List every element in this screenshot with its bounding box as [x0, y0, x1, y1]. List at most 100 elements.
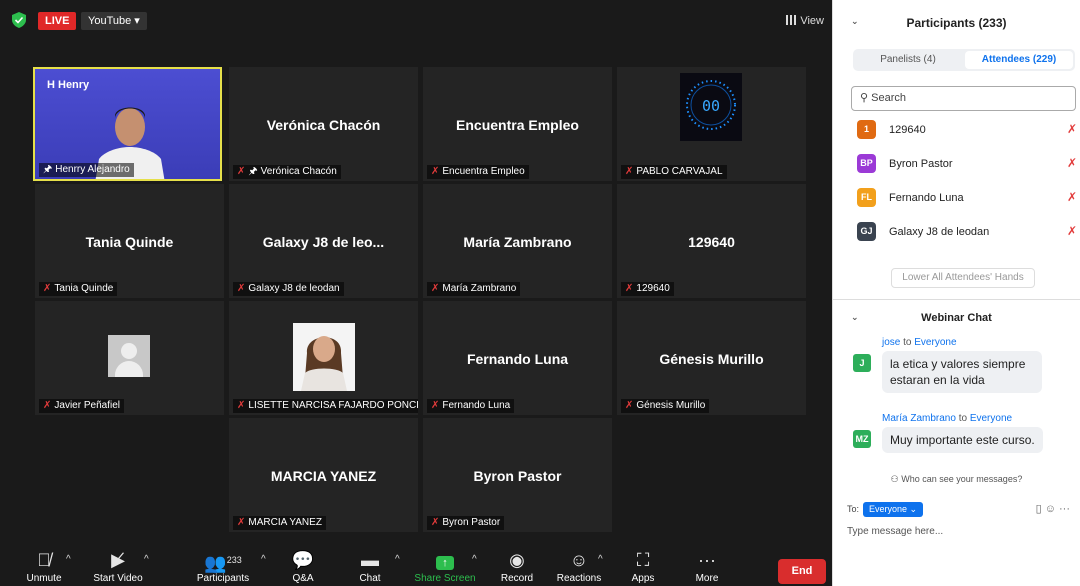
- tile-label: ✗ Génesis Murillo: [621, 399, 710, 413]
- lower-all-hands-button[interactable]: Lower All Attendees' Hands: [891, 268, 1035, 288]
- recipient-dropdown[interactable]: Everyone ⌄: [863, 502, 924, 517]
- muted-mic-icon: ✗: [625, 166, 634, 177]
- tile-label: ✗ Byron Pastor: [427, 516, 505, 530]
- chat-message: la etica y valores siempre estaran en la…: [882, 351, 1042, 393]
- reactions-button[interactable]: ☺ Reactions: [556, 547, 602, 585]
- start-video-button[interactable]: ▶̸ Start Video: [88, 547, 148, 585]
- tab-panelists[interactable]: Panelists (4): [855, 51, 961, 69]
- tile-label: ✗ Galaxy J8 de leodan: [233, 282, 344, 296]
- video-tile[interactable]: Tania Quinde ✗ Tania Quinde: [35, 184, 224, 298]
- video-tile[interactable]: ✗ LISETTE NARCISA FAJARDO PONCE: [229, 301, 418, 415]
- default-avatar-icon: [108, 335, 150, 377]
- tile-label: ✗ MARCIA YANEZ: [233, 516, 326, 530]
- chat-message: Muy importante este curso.: [882, 427, 1043, 453]
- qa-icon: 💬: [291, 550, 315, 570]
- video-tile[interactable]: MARCIA YANEZ ✗ MARCIA YANEZ: [229, 418, 418, 532]
- participants-button[interactable]: 👥233 Participants: [192, 547, 254, 585]
- attendee-name: Galaxy J8 de leodan: [889, 226, 990, 238]
- reactions-caret-icon[interactable]: ^: [598, 554, 603, 565]
- muted-mic-icon: ✗: [237, 400, 246, 411]
- video-tile[interactable]: ✗ Javier Peñafiel: [35, 301, 224, 415]
- video-tile[interactable]: Génesis Murillo ✗ Génesis Murillo: [617, 301, 806, 415]
- muted-mic-icon[interactable]: ✗: [1067, 224, 1077, 238]
- collapse-chevron-icon[interactable]: ⌄: [851, 16, 859, 27]
- participants-tabs: Panelists (4) Attendees (229): [853, 49, 1075, 71]
- pin-icon: 🖈: [248, 166, 258, 177]
- share-screen-button[interactable]: ↑ Share Screen: [414, 547, 476, 585]
- record-button[interactable]: ◉ Record: [497, 547, 537, 585]
- share-caret-icon[interactable]: ^: [472, 554, 477, 565]
- muted-mic-icon: ✗: [431, 517, 440, 528]
- view-button[interactable]: View: [786, 12, 824, 30]
- video-tile[interactable]: Verónica Chacón ✗ 🖈 Verónica Chacón: [229, 67, 418, 181]
- more-icon[interactable]: ···: [1059, 503, 1070, 515]
- end-button[interactable]: End: [778, 559, 826, 584]
- who-can-see-link[interactable]: ⚇ Who can see your messages?: [833, 474, 1080, 485]
- list-item[interactable]: 1 129640 ✗: [857, 118, 1077, 152]
- tile-name: Fernando Luna: [466, 351, 569, 367]
- divider: [833, 299, 1080, 300]
- collapse-chevron-icon[interactable]: ⌄: [851, 312, 859, 323]
- video-tile[interactable]: Byron Pastor ✗ Byron Pastor: [423, 418, 612, 532]
- chat-caret-icon[interactable]: ^: [395, 554, 400, 565]
- tile-label: ✗ 🖈 Verónica Chacón: [233, 165, 341, 179]
- participants-header: ⌄ Participants (233): [833, 16, 1080, 36]
- attendee-name: Fernando Luna: [889, 192, 964, 204]
- audio-options-caret-icon[interactable]: ^: [66, 554, 71, 565]
- more-button[interactable]: ··· More: [692, 547, 722, 585]
- video-tile-host[interactable]: H Henry 🖈 Henrry Alejandro: [33, 67, 222, 181]
- tile-name: María Zambrano: [463, 234, 572, 250]
- emoji-icon[interactable]: ☺: [1045, 503, 1056, 515]
- video-tile[interactable]: María Zambrano ✗ María Zambrano: [423, 184, 612, 298]
- live-badge[interactable]: LIVE: [38, 12, 77, 30]
- video-tile[interactable]: 00 ✗ PABLO CARVAJAL: [617, 67, 806, 181]
- file-icon[interactable]: ▯: [1036, 503, 1042, 515]
- host-logo: H Henry: [47, 79, 90, 91]
- apps-button[interactable]: ⛶ Apps: [628, 547, 658, 585]
- tile-label: ✗ 129640: [621, 282, 674, 296]
- clock-video: 00: [680, 73, 742, 141]
- video-tile[interactable]: 129640 ✗ 129640: [617, 184, 806, 298]
- video-tile[interactable]: Encuentra Empleo ✗ Encuentra Empleo: [423, 67, 612, 181]
- video-options-caret-icon[interactable]: ^: [144, 554, 149, 565]
- participants-count: 233: [226, 555, 242, 565]
- chat-title: Webinar Chat: [921, 312, 992, 324]
- tile-name: Byron Pastor: [473, 468, 562, 484]
- shield-icon[interactable]: [12, 12, 26, 28]
- tile-label: ✗ LISETTE NARCISA FAJARDO PONCE: [233, 399, 418, 413]
- tile-name: Génesis Murillo: [659, 351, 764, 367]
- video-tile[interactable]: Galaxy J8 de leo... ✗ Galaxy J8 de leodan: [229, 184, 418, 298]
- more-icon: ···: [698, 550, 716, 570]
- video-off-icon: ▶̸: [111, 550, 125, 570]
- list-item[interactable]: GJ Galaxy J8 de leodan ✗: [857, 220, 1077, 254]
- avatar: GJ: [857, 222, 876, 241]
- chat-tools: ▯ ☺ ···: [1036, 502, 1070, 515]
- message-sender: jose to Everyone: [882, 337, 957, 348]
- list-item[interactable]: BP Byron Pastor ✗: [857, 152, 1077, 186]
- participants-caret-icon[interactable]: ^: [261, 554, 266, 565]
- avatar: FL: [857, 188, 876, 207]
- pin-icon: 🖈: [43, 164, 53, 175]
- profile-photo: [293, 323, 355, 391]
- list-item[interactable]: FL Fernando Luna ✗: [857, 186, 1077, 220]
- clock-digits: 00: [702, 97, 720, 115]
- youtube-stream-button[interactable]: YouTube ▾: [81, 12, 147, 30]
- unmute-button[interactable]: 🎙̸ Unmute: [20, 547, 68, 585]
- search-icon: ⚲: [860, 92, 869, 104]
- chat-input[interactable]: Type message here...: [847, 526, 943, 537]
- view-label: View: [800, 15, 824, 27]
- reactions-icon: ☺: [569, 550, 589, 570]
- muted-mic-icon[interactable]: ✗: [1067, 122, 1077, 136]
- muted-mic-icon: ✗: [431, 283, 440, 294]
- search-input[interactable]: ⚲ Search: [851, 86, 1076, 111]
- chat-icon: ▬: [361, 550, 379, 570]
- muted-mic-icon: ✗: [43, 400, 52, 411]
- video-tile[interactable]: Fernando Luna ✗ Fernando Luna: [423, 301, 612, 415]
- muted-mic-icon[interactable]: ✗: [1067, 190, 1077, 204]
- muted-mic-icon[interactable]: ✗: [1067, 156, 1077, 170]
- attendee-list: 1 129640 ✗ BP Byron Pastor ✗ FL Fernando…: [857, 118, 1077, 254]
- tab-attendees[interactable]: Attendees (229): [965, 51, 1073, 69]
- chat-button[interactable]: ▬ Chat: [355, 547, 385, 585]
- qa-button[interactable]: 💬 Q&A: [288, 547, 318, 585]
- muted-mic-icon: ✗: [43, 283, 52, 294]
